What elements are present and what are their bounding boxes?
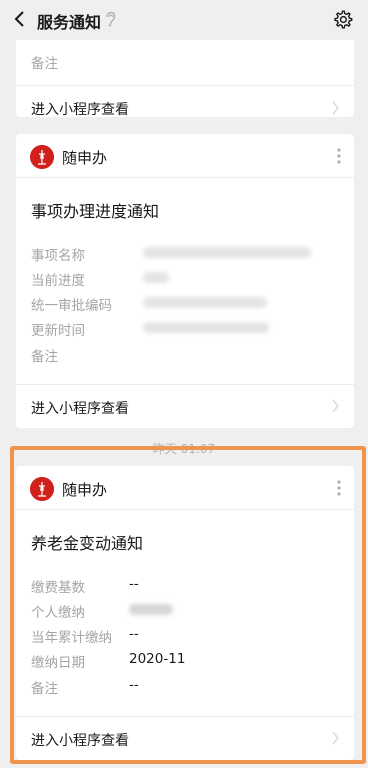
chevron-right-icon (332, 399, 339, 413)
redacted-value (129, 604, 173, 615)
info-row: 备注 (31, 52, 339, 72)
notification-card: 备注 进入小程序查看 (16, 40, 354, 118)
row-value: -- (129, 626, 139, 642)
info-row: 备注 -- (31, 677, 339, 697)
info-row: 更新时间 (31, 319, 339, 339)
info-row: 统一审批编码 (31, 294, 339, 314)
open-miniprogram-label: 进入小程序查看 (31, 401, 129, 417)
open-miniprogram-label: 进入小程序查看 (31, 102, 129, 118)
app-logo (30, 477, 54, 501)
redacted-value (143, 247, 311, 258)
app-name: 随申办 (62, 481, 108, 499)
info-row: 当年累计缴纳 -- (31, 626, 339, 646)
message-timestamp: 昨天 01:07 (152, 442, 216, 456)
notification-title: 养老金变动通知 (31, 534, 144, 553)
row-value: 2020-11 (129, 651, 186, 667)
row-label: 缴纳日期 (31, 655, 85, 671)
redacted-value (143, 272, 169, 283)
row-label: 个人缴纳 (31, 605, 85, 621)
info-row: 备注 (31, 345, 339, 365)
more-options-icon[interactable] (336, 146, 342, 166)
redacted-value (143, 297, 267, 308)
open-miniprogram-label: 进入小程序查看 (31, 733, 129, 749)
more-options-icon[interactable] (336, 478, 342, 498)
chevron-right-icon (332, 731, 339, 745)
notification-title: 事项办理进度通知 (31, 202, 160, 221)
info-row: 个人缴纳 (31, 601, 339, 621)
card-header: 随申办 (16, 466, 354, 510)
app-logo (30, 145, 54, 169)
page-title: 服务通知 (37, 13, 102, 32)
info-row: 事项名称 (31, 244, 339, 264)
info-row: 缴费基数 -- (31, 576, 339, 596)
open-miniprogram-link[interactable]: 进入小程序查看 (16, 85, 354, 118)
row-label: 更新时间 (31, 323, 85, 339)
row-value: -- (129, 677, 139, 693)
row-label: 统一审批编码 (31, 298, 112, 314)
row-label: 当前进度 (31, 273, 85, 289)
card-header: 随申办 (16, 134, 354, 178)
info-row: 缴纳日期 2020-11 (31, 651, 339, 671)
info-row: 当前进度 (31, 269, 339, 289)
header-bar: 服务通知 (0, 0, 368, 40)
row-label: 备注 (31, 681, 58, 697)
open-miniprogram-link[interactable]: 进入小程序查看 (16, 384, 354, 428)
app-name: 随申办 (62, 149, 108, 167)
row-label: 备注 (31, 56, 58, 72)
notification-card: 随申办 事项办理进度通知 事项名称 当前进度 统一审批编码 更新时间 备注 进入… (16, 134, 354, 428)
row-label: 当年累计缴纳 (31, 630, 112, 646)
back-arrow-icon[interactable] (10, 9, 30, 29)
row-label: 缴费基数 (31, 580, 85, 596)
mute-ear-icon (106, 11, 116, 27)
open-miniprogram-link[interactable]: 进入小程序查看 (16, 716, 354, 760)
notification-card: 随申办 养老金变动通知 缴费基数 -- 个人缴纳 当年累计缴纳 -- 缴纳日期 … (16, 466, 354, 760)
row-label: 事项名称 (31, 248, 85, 264)
row-value: -- (129, 576, 139, 592)
service-notifications-page: 服务通知 备注 进入小程序查看 随申办 事项办理进度通知 事项名称 当前进度 统… (0, 0, 368, 768)
chevron-right-icon (332, 101, 339, 115)
row-label: 备注 (31, 349, 58, 365)
redacted-value (143, 322, 269, 333)
gear-icon[interactable] (332, 9, 353, 30)
